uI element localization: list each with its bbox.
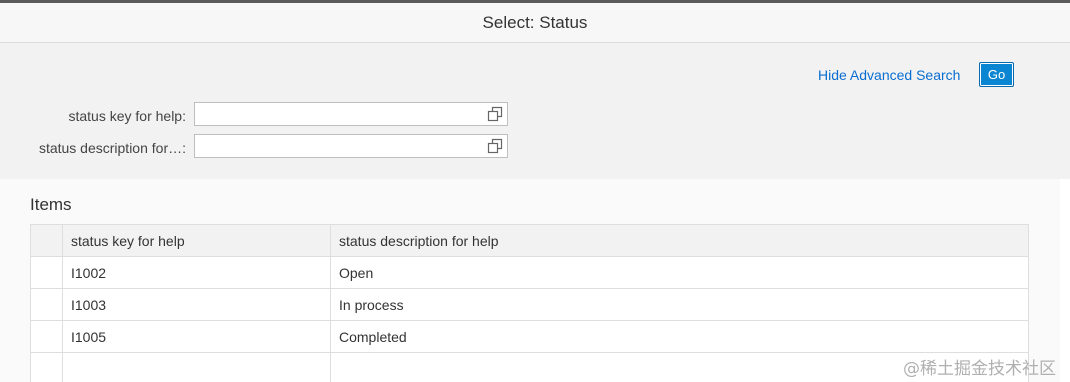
status-key-cell: I1005 <box>62 320 331 353</box>
status-key-cell: I1003 <box>62 288 331 321</box>
table-row[interactable]: I1005 Completed <box>30 320 1029 353</box>
status-description-cell: Open <box>330 256 1029 289</box>
watermark: @稀土掘金技术社区 <box>903 359 1056 379</box>
status-description-cell: Completed <box>330 320 1029 353</box>
table-header-row: status key for help status description f… <box>30 224 1029 257</box>
row-selector[interactable] <box>30 352 63 382</box>
scroll-gutter <box>1060 179 1070 382</box>
column-header-status-key[interactable]: status key for help <box>62 224 331 257</box>
items-table: status key for help status description f… <box>30 224 1029 382</box>
row-selector[interactable] <box>30 288 63 321</box>
table-row[interactable]: I1003 In process <box>30 288 1029 321</box>
value-help-icon[interactable] <box>487 106 503 122</box>
row-selector[interactable] <box>30 256 63 289</box>
table-row[interactable] <box>30 352 1029 382</box>
filter-bar: Hide Advanced Search Go status key for h… <box>0 43 1070 179</box>
items-title: Items <box>30 195 72 214</box>
status-description-input[interactable] <box>194 134 508 158</box>
status-description-label: status description for…: <box>38 140 186 156</box>
status-key-cell <box>62 352 331 382</box>
row-selector[interactable] <box>30 320 63 353</box>
dialog-header: Select: Status <box>0 3 1070 43</box>
status-description-cell: In process <box>330 288 1029 321</box>
go-button[interactable]: Go <box>979 62 1014 87</box>
status-key-input[interactable] <box>194 102 508 126</box>
items-section: Items status key for help status descrip… <box>0 179 1060 382</box>
select-all-cell[interactable] <box>30 224 63 257</box>
select-status-dialog: Select: Status Hide Advanced Search Go s… <box>0 0 1070 382</box>
status-key-label: status key for help: <box>68 108 186 124</box>
dialog-title: Select: Status <box>482 12 588 32</box>
table-row[interactable]: I1002 Open <box>30 256 1029 289</box>
column-header-status-description[interactable]: status description for help <box>330 224 1029 257</box>
status-key-cell: I1002 <box>62 256 331 289</box>
hide-advanced-search-link[interactable]: Hide Advanced Search <box>818 67 960 83</box>
value-help-icon[interactable] <box>487 138 503 154</box>
